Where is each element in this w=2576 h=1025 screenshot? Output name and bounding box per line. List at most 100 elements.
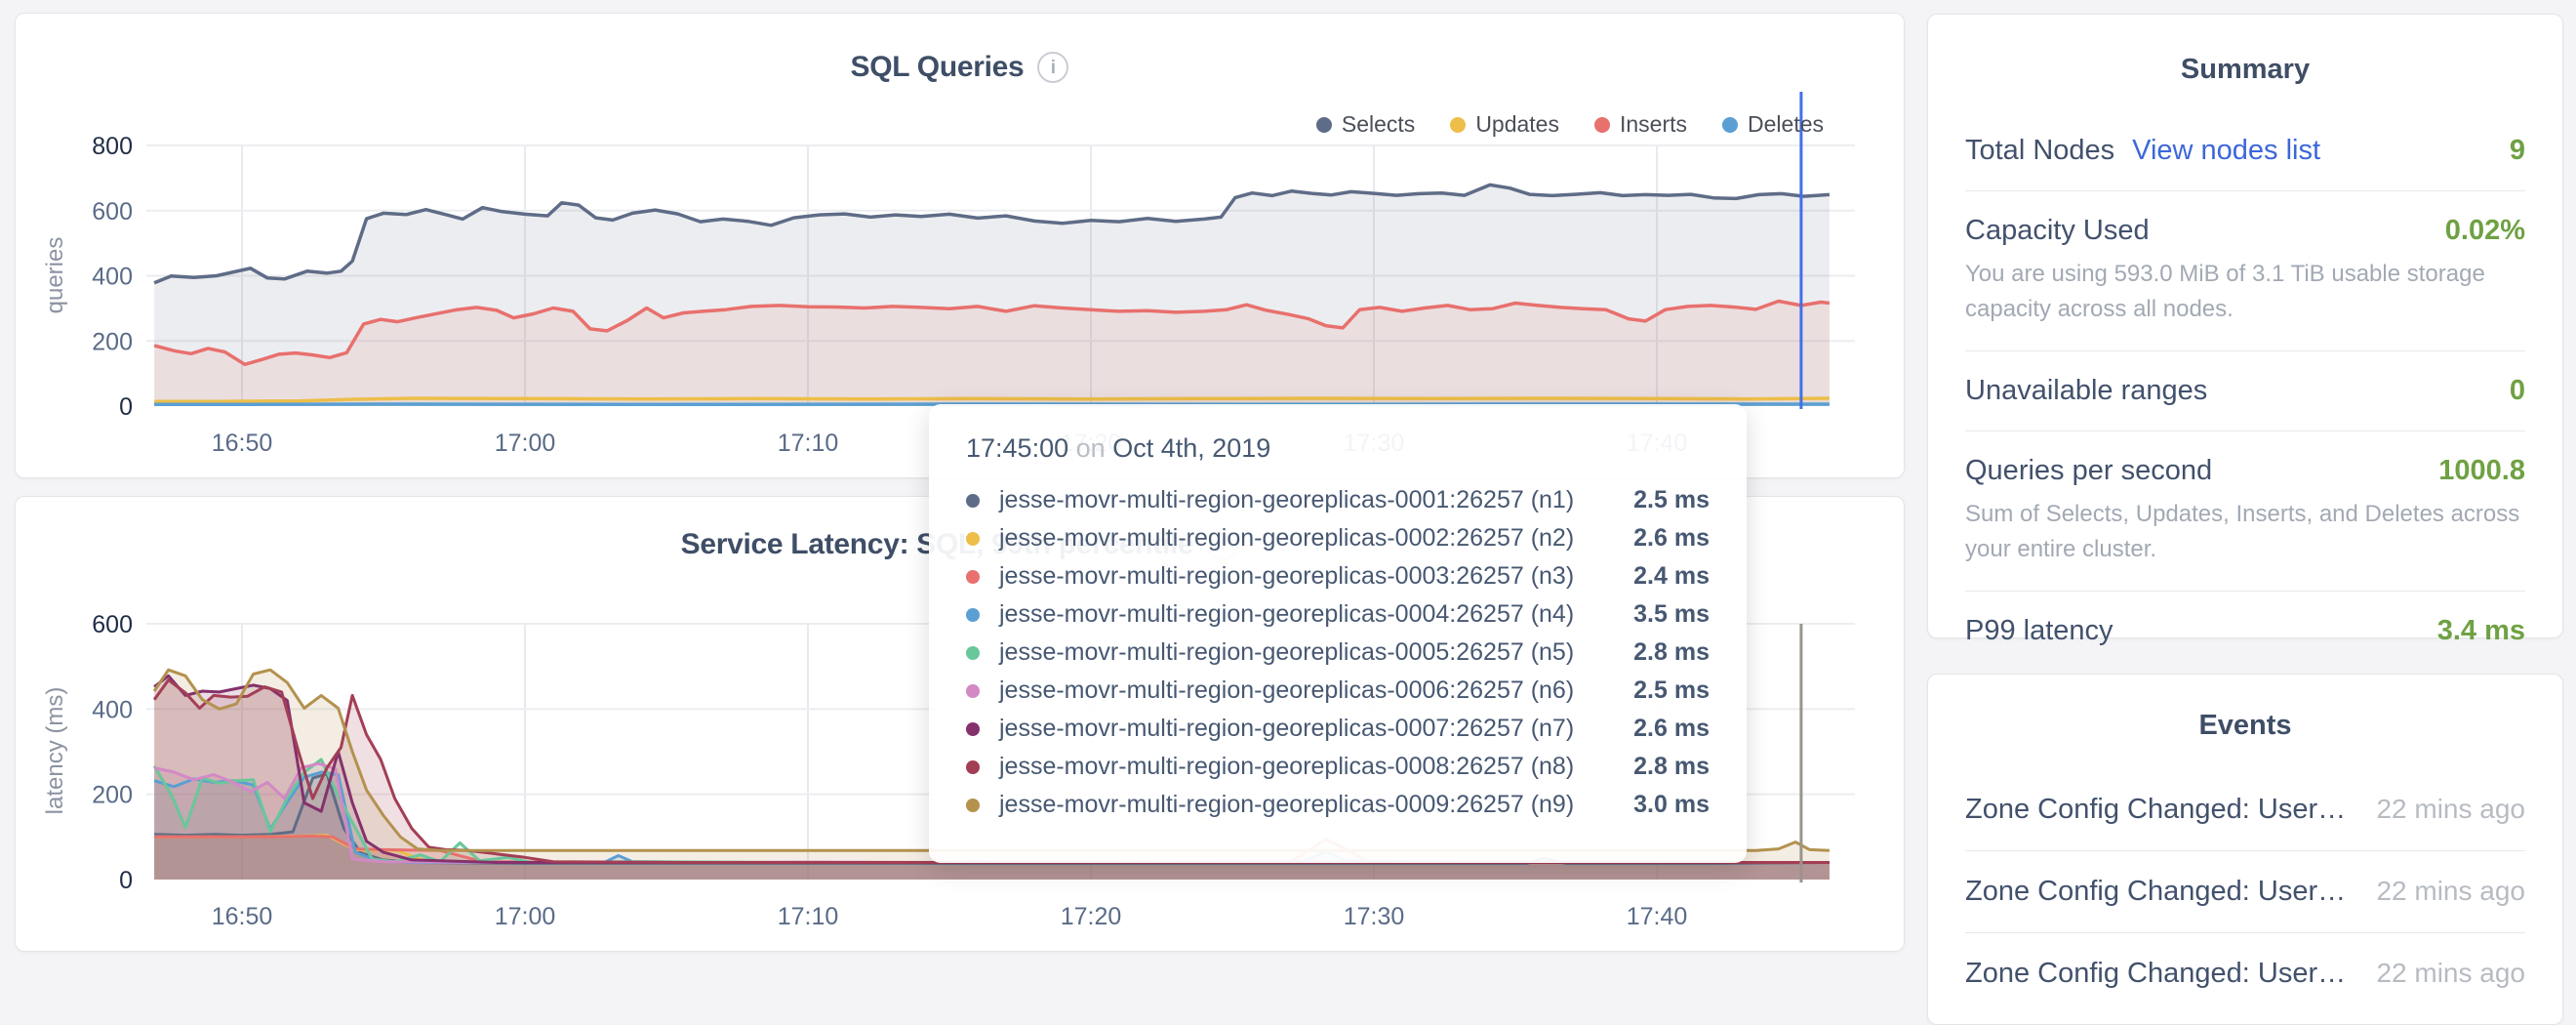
summary-row-queries-per-second: Queries per second 1000.8 Sum of Selects… <box>1965 431 2525 592</box>
y-axis-tick-label: 400 <box>92 264 133 291</box>
sql-queries-title: SQL Queries <box>851 51 1025 84</box>
x-axis-tick-label: 17:40 <box>1627 903 1688 930</box>
legend-item-deletes[interactable]: Deletes <box>1722 111 1824 138</box>
summary-row-capacity-used: Capacity Used 0.02% You are using 593.0 … <box>1965 191 2525 351</box>
legend-dot-icon <box>1722 117 1738 133</box>
tooltip-node-row: jesse-movr-multi-region-georeplicas-0008… <box>966 748 1710 786</box>
tooltip-node-value: 2.5 ms <box>1633 676 1710 705</box>
queries-per-second-description: Sum of Selects, Updates, Inserts, and De… <box>1965 497 2525 567</box>
tooltip-node-name: jesse-movr-multi-region-georeplicas-0007… <box>999 715 1574 743</box>
y-axis-tick-label: 0 <box>119 393 133 421</box>
tooltip-node-row: jesse-movr-multi-region-georeplicas-0006… <box>966 672 1710 710</box>
events-panel: Events Zone Config Changed: User… 22 min… <box>1927 674 2563 1025</box>
unavailable-ranges-value: 0 <box>2510 375 2525 407</box>
legend-label: Updates <box>1475 111 1559 138</box>
event-row: Zone Config Changed: User… 22 mins ago <box>1965 851 2525 933</box>
tooltip-timestamp: 17:45:00 on Oct 4th, 2019 <box>966 433 1710 464</box>
y-axis-tick-label: 600 <box>92 198 133 226</box>
tooltip-node-value: 2.5 ms <box>1633 486 1710 514</box>
tooltip-node-value: 3.5 ms <box>1633 600 1710 629</box>
y-axis-tick-label: 600 <box>92 611 133 638</box>
event-time: 22 mins ago <box>2353 876 2525 907</box>
node-color-dot-icon <box>966 494 980 508</box>
summary-panel-body: Total Nodes View nodes list 9 Capacity U… <box>1928 111 2562 671</box>
y-axis-tick-label: 0 <box>119 867 133 894</box>
legend-item-updates[interactable]: Updates <box>1450 111 1559 138</box>
event-title: Zone Config Changed: User… <box>1965 876 2346 908</box>
node-color-dot-icon <box>966 799 980 812</box>
p99-latency-label: P99 latency <box>1965 615 2113 647</box>
tooltip-node-name: jesse-movr-multi-region-georeplicas-0001… <box>999 486 1574 514</box>
legend-dot-icon <box>1316 117 1332 133</box>
info-icon[interactable]: i <box>1037 52 1068 83</box>
node-color-dot-icon <box>966 532 980 546</box>
x-axis-tick-label: 17:10 <box>778 430 839 457</box>
tooltip-node-value: 2.6 ms <box>1633 715 1710 743</box>
tooltip-node-value: 2.4 ms <box>1633 562 1710 591</box>
tooltip-node-value: 3.0 ms <box>1633 791 1710 819</box>
summary-row-unavailable-ranges: Unavailable ranges 0 <box>1965 351 2525 431</box>
capacity-used-label: Capacity Used <box>1965 215 2150 247</box>
tooltip-node-name: jesse-movr-multi-region-georeplicas-0005… <box>999 638 1574 667</box>
queries-per-second-label: Queries per second <box>1965 455 2212 487</box>
y-axis-title: latency (ms) <box>42 687 68 815</box>
tooltip-node-value: 2.8 ms <box>1633 638 1710 667</box>
tooltip-node-row: jesse-movr-multi-region-georeplicas-0009… <box>966 786 1710 824</box>
tooltip-node-name: jesse-movr-multi-region-georeplicas-0008… <box>999 753 1574 781</box>
legend-item-inserts[interactable]: Inserts <box>1594 111 1687 138</box>
summary-panel-title: Summary <box>1928 54 2562 86</box>
event-row: Zone Config Changed: User… 22 mins ago <box>1965 769 2525 851</box>
tooltip-node-row: jesse-movr-multi-region-georeplicas-0004… <box>966 595 1710 634</box>
tooltip-node-name: jesse-movr-multi-region-georeplicas-0002… <box>999 524 1574 553</box>
legend-dot-icon <box>1450 117 1466 133</box>
tooltip-node-name: jesse-movr-multi-region-georeplicas-0003… <box>999 562 1574 591</box>
sql-queries-title-row: SQL Queries i <box>16 51 1904 84</box>
tooltip-node-name: jesse-movr-multi-region-georeplicas-0004… <box>999 600 1574 629</box>
y-axis-tick-label: 200 <box>92 328 133 355</box>
event-time: 22 mins ago <box>2353 794 2525 825</box>
node-color-dot-icon <box>966 570 980 584</box>
tooltip-node-row: jesse-movr-multi-region-georeplicas-0007… <box>966 710 1710 748</box>
tooltip-node-name: jesse-movr-multi-region-georeplicas-0009… <box>999 791 1574 819</box>
legend-dot-icon <box>1594 117 1610 133</box>
tooltip-node-row: jesse-movr-multi-region-georeplicas-0005… <box>966 634 1710 672</box>
total-nodes-value: 9 <box>2510 135 2525 167</box>
tooltip-node-row: jesse-movr-multi-region-georeplicas-0003… <box>966 557 1710 595</box>
node-color-dot-icon <box>966 608 980 622</box>
y-axis-tick-label: 400 <box>92 696 133 723</box>
x-axis-tick-label: 16:50 <box>212 903 273 930</box>
events-panel-title: Events <box>1928 710 2562 742</box>
tooltip-node-value: 2.8 ms <box>1633 753 1710 781</box>
legend-label: Deletes <box>1748 111 1824 138</box>
tooltip-time: 17:45:00 <box>966 433 1068 463</box>
y-axis-tick-label: 800 <box>92 133 133 160</box>
node-color-dot-icon <box>966 722 980 736</box>
legend-item-selects[interactable]: Selects <box>1316 111 1415 138</box>
tooltip-on-word: on <box>1076 433 1106 463</box>
x-axis-tick-label: 17:20 <box>1061 903 1122 930</box>
node-color-dot-icon <box>966 646 980 660</box>
x-axis-tick-label: 17:30 <box>1344 903 1405 930</box>
sql-queries-legend: Selects Updates Inserts Deletes <box>1316 111 1824 138</box>
y-axis-title: queries <box>42 237 68 314</box>
tooltip-date: Oct 4th, 2019 <box>1112 433 1270 463</box>
cluster-overview-page: { "palette": { "n1": "#5F6C87", "n2": "#… <box>0 0 2576 974</box>
view-nodes-list-link[interactable]: View nodes list <box>2132 135 2320 167</box>
capacity-used-value: 0.02% <box>2445 215 2525 247</box>
legend-label: Selects <box>1342 111 1415 138</box>
queries-per-second-value: 1000.8 <box>2438 455 2525 487</box>
summary-row-p99-latency: P99 latency 3.4 ms <box>1965 592 2525 671</box>
summary-row-total-nodes: Total Nodes View nodes list 9 <box>1965 111 2525 191</box>
events-panel-body: Zone Config Changed: User… 22 mins ago Z… <box>1928 769 2562 1014</box>
tooltip-node-list: jesse-movr-multi-region-georeplicas-0001… <box>966 481 1710 824</box>
legend-label: Inserts <box>1620 111 1687 138</box>
total-nodes-label: Total Nodes <box>1965 135 2114 167</box>
tooltip-node-value: 2.6 ms <box>1633 524 1710 553</box>
x-axis-tick-label: 17:10 <box>778 903 839 930</box>
tooltip-node-row: jesse-movr-multi-region-georeplicas-0001… <box>966 481 1710 519</box>
tooltip-node-row: jesse-movr-multi-region-georeplicas-0002… <box>966 519 1710 557</box>
event-time: 22 mins ago <box>2353 958 2525 989</box>
node-color-dot-icon <box>966 760 980 774</box>
event-title: Zone Config Changed: User… <box>1965 794 2346 826</box>
chart-hover-tooltip: 17:45:00 on Oct 4th, 2019 jesse-movr-mul… <box>929 404 1747 863</box>
